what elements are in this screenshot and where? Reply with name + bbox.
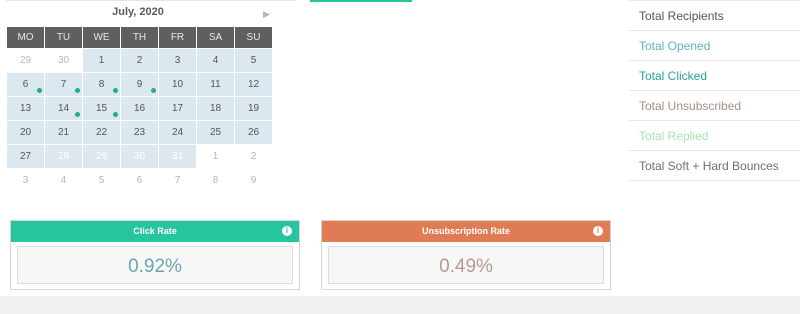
stat-item[interactable]: Total Opened xyxy=(629,31,800,61)
calendar-day[interactable]: 11 xyxy=(197,73,234,96)
event-dot-icon xyxy=(37,88,42,93)
event-dot-icon xyxy=(151,88,156,93)
calendar-week-row: 3456789 xyxy=(7,169,272,192)
weekday-label: TH xyxy=(121,27,158,48)
calendar-day[interactable]: 7 xyxy=(45,73,82,96)
click-rate-header: Click Rate i xyxy=(11,221,299,242)
calendar-day[interactable]: 25 xyxy=(197,121,234,144)
calendar-day[interactable]: 16 xyxy=(121,97,158,120)
calendar-day[interactable]: 6 xyxy=(121,169,158,192)
calendar-day[interactable]: 9 xyxy=(121,73,158,96)
click-rate-card: Click Rate i 0.92% xyxy=(10,220,300,290)
calendar-day[interactable]: 20 xyxy=(7,121,44,144)
calendar-day[interactable]: 13 xyxy=(7,97,44,120)
calendar-day[interactable]: 2 xyxy=(235,145,272,168)
calendar-day[interactable]: 6 xyxy=(7,73,44,96)
weekday-label: TU xyxy=(45,27,82,48)
event-dot-icon xyxy=(75,112,80,117)
calendar-day[interactable]: 29 xyxy=(83,145,120,168)
weekday-label: SU xyxy=(235,27,272,48)
weekday-header-row: MO TU WE TH FR SA SU xyxy=(7,27,272,48)
calendar-day[interactable]: 10 xyxy=(159,73,196,96)
click-rate-title: Click Rate xyxy=(133,226,177,236)
stat-item[interactable]: Total Replied xyxy=(629,121,800,151)
calendar-day[interactable]: 8 xyxy=(83,73,120,96)
stat-item[interactable]: Total Unsubscribed xyxy=(629,91,800,121)
stats-list: Total Recipients Total Opened Total Clicke… xyxy=(629,0,800,181)
calendar-grid: MO TU WE TH FR SA SU 29 30 1 2 3 4 5 6 7 8 9 10 11 12… xyxy=(6,26,273,193)
next-month-arrow-icon[interactable]: ▶ xyxy=(263,9,270,20)
event-dot-icon xyxy=(113,88,118,93)
calendar-day[interactable]: 23 xyxy=(121,121,158,144)
calendar-day[interactable]: 2 xyxy=(121,49,158,72)
calendar-day[interactable]: 29 xyxy=(7,49,44,72)
stat-item[interactable]: Total Clicked xyxy=(629,61,800,91)
calendar-day[interactable]: 17 xyxy=(159,97,196,120)
calendar-day[interactable]: 24 xyxy=(159,121,196,144)
calendar-day[interactable]: 5 xyxy=(235,49,272,72)
calendar-day[interactable]: 15 xyxy=(83,97,120,120)
calendar-day[interactable]: 7 xyxy=(159,169,196,192)
calendar-day[interactable]: 26 xyxy=(235,121,272,144)
click-rate-value: 0.92% xyxy=(17,246,293,284)
top-divider xyxy=(6,0,296,1)
unsubscription-rate-header: Unsubscription Rate i xyxy=(322,221,610,242)
calendar-day[interactable]: 30 xyxy=(45,49,82,72)
calendar-week-row: 13 14 15 16 17 18 19 xyxy=(7,97,272,120)
calendar-day[interactable]: 14 xyxy=(45,97,82,120)
weekday-label: MO xyxy=(7,27,44,48)
event-dot-icon xyxy=(75,88,80,93)
calendar-day[interactable]: 1 xyxy=(197,145,234,168)
info-icon[interactable]: i xyxy=(282,226,292,236)
accent-bar xyxy=(310,0,412,2)
calendar-week-row: 20 21 22 23 24 25 26 xyxy=(7,121,272,144)
calendar-week-row: 27 28 29 30 31 1 2 xyxy=(7,145,272,168)
calendar-day[interactable]: 18 xyxy=(197,97,234,120)
page-footer-band xyxy=(0,296,800,314)
calendar-day[interactable]: 19 xyxy=(235,97,272,120)
calendar-day[interactable]: 30 xyxy=(121,145,158,168)
info-icon[interactable]: i xyxy=(593,226,603,236)
calendar-day[interactable]: 28 xyxy=(45,145,82,168)
calendar-week-row: 29 30 1 2 3 4 5 xyxy=(7,49,272,72)
calendar-day[interactable]: 31 xyxy=(159,145,196,168)
stat-item[interactable]: Total Soft + Hard Bounces xyxy=(629,151,800,181)
calendar-month-title: July, 2020 xyxy=(112,6,164,18)
calendar-day[interactable]: 5 xyxy=(83,169,120,192)
calendar-day[interactable]: 3 xyxy=(159,49,196,72)
calendar-day[interactable]: 3 xyxy=(7,169,44,192)
calendar-days: 29 30 1 2 3 4 5 6 7 8 9 10 11 12 13 14 15 16 17 18 19 20 21 22 2… xyxy=(7,49,272,192)
weekday-label: SA xyxy=(197,27,234,48)
unsubscription-rate-card: Unsubscription Rate i 0.49% xyxy=(321,220,611,290)
unsubscription-rate-title: Unsubscription Rate xyxy=(421,226,510,236)
calendar-day[interactable]: 8 xyxy=(197,169,234,192)
stat-item[interactable]: Total Recipients xyxy=(629,0,800,31)
calendar-day[interactable]: 27 xyxy=(7,145,44,168)
unsubscription-rate-value: 0.49% xyxy=(328,246,604,284)
calendar-day[interactable]: 21 xyxy=(45,121,82,144)
calendar-day[interactable]: 4 xyxy=(197,49,234,72)
calendar-day[interactable]: 12 xyxy=(235,73,272,96)
weekday-label: WE xyxy=(83,27,120,48)
calendar-day[interactable]: 4 xyxy=(45,169,82,192)
calendar-day[interactable]: 22 xyxy=(83,121,120,144)
calendar-day[interactable]: 1 xyxy=(83,49,120,72)
weekday-label: FR xyxy=(159,27,196,48)
calendar-week-row: 6 7 8 9 10 11 12 xyxy=(7,73,272,96)
event-dot-icon xyxy=(113,112,118,117)
calendar-day[interactable]: 9 xyxy=(235,169,272,192)
